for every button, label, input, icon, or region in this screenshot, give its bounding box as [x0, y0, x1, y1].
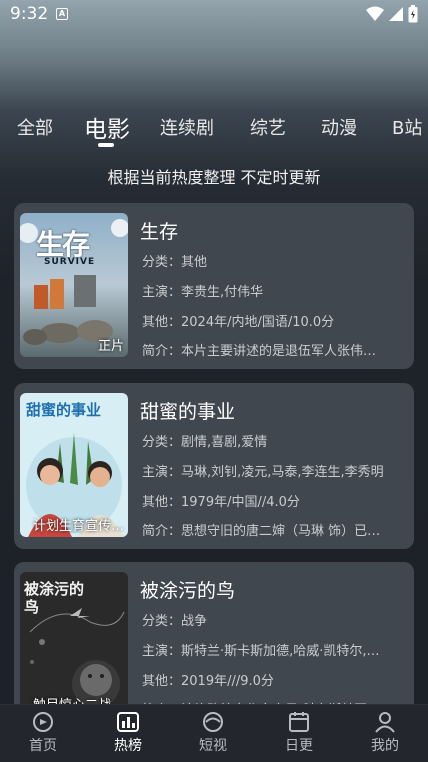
tab-bilibili[interactable]: B站 [392, 114, 422, 140]
nav-short-video[interactable]: 短视 [183, 711, 243, 755]
nav-hot-label: 热榜 [114, 738, 142, 754]
nav-mine[interactable]: 我的 [355, 711, 415, 755]
movie-title: 甜蜜的事业 [140, 401, 236, 423]
nav-short-video-label: 短视 [199, 738, 227, 754]
movie-cast: 主演：斯特兰·斯卡斯加德,哈威·凯特尔,… [142, 644, 380, 659]
movie-category: 分类：其他 [142, 255, 208, 270]
notification-a-icon: A [56, 8, 68, 20]
nav-daily-label: 日更 [285, 738, 313, 754]
nav-daily[interactable]: 日更 [269, 711, 329, 755]
tab-series[interactable]: 连续剧 [160, 114, 214, 140]
list-subtitle: 根据当前热度整理 不定时更新 [107, 168, 321, 187]
poster-tag: 计划生育宣传… [32, 519, 124, 534]
movie-intro: 简介：本片主要讲述的是退伍军人张伟… [142, 344, 377, 359]
poster-title: 被涂污的鸟 [24, 580, 85, 616]
movie-title: 被涂污的鸟 [140, 580, 236, 602]
movie-category: 分类：剧情,喜剧,爱情 [142, 435, 268, 450]
poster-title: 甜蜜的事业 [26, 401, 102, 419]
video-icon [203, 712, 223, 732]
movie-poster[interactable]: 甜蜜的事业 计划生育宣传… [20, 393, 128, 537]
signal-icon [389, 7, 403, 21]
movie-title: 生存 [140, 221, 179, 243]
nav-home-label: 首页 [29, 738, 57, 754]
status-time: 9:32 [10, 4, 49, 24]
movie-category: 分类：战争 [142, 614, 208, 629]
poster-tag: 正片 [97, 339, 124, 354]
movie-info: 其他：2024年/内地/国语/10.0分 [142, 315, 335, 330]
active-tab-indicator [98, 143, 114, 147]
movie-info: 其他：2019年///9.0分 [142, 674, 274, 689]
wifi-icon [366, 6, 384, 21]
movie-poster[interactable]: 生存 SURVIVE 正片 [20, 213, 128, 357]
movie-intro: 简介：思想守旧的唐二婶（马琳 饰）已… [142, 524, 381, 539]
tab-anime[interactable]: 动漫 [321, 114, 357, 140]
status-bar: 9:32 A [0, 0, 428, 30]
nav-home[interactable]: 首页 [13, 711, 73, 755]
tab-all[interactable]: 全部 [17, 114, 53, 140]
tab-movie[interactable]: 电影 [84, 110, 130, 144]
bottom-navigation: 首页 热榜 短视 日更 我的 [0, 704, 428, 762]
tab-variety[interactable]: 综艺 [250, 114, 286, 140]
category-tabs: 全部 电影 连续剧 综艺 动漫 B站 [0, 108, 428, 144]
movie-cast: 主演：李贵生,付伟华 [142, 285, 264, 300]
movie-card[interactable]: 生存 SURVIVE 正片 生存 分类：其他 主演：李贵生,付伟华 其他：202… [14, 203, 414, 369]
movie-cast: 主演：马琳,刘钊,凌元,马泰,李连生,李秀明 [142, 465, 384, 480]
profile-icon [375, 712, 395, 733]
home-icon [33, 712, 53, 732]
nav-mine-label: 我的 [371, 738, 399, 754]
movie-poster[interactable]: 被涂污的鸟 触目惊心二战… [20, 572, 128, 716]
movie-card[interactable]: 甜蜜的事业 计划生育宣传… 甜蜜的事业 分类：剧情,喜剧,爱情 主演：马琳,刘钊… [14, 383, 414, 549]
poster-subtitle: SURVIVE [44, 257, 96, 267]
nav-hot[interactable]: 热榜 [98, 711, 158, 755]
battery-icon [408, 5, 418, 23]
chart-icon [117, 712, 139, 732]
movie-info: 其他：1979年/中国//4.0分 [142, 495, 300, 510]
calendar-icon [289, 712, 309, 732]
status-icons [366, 5, 418, 23]
